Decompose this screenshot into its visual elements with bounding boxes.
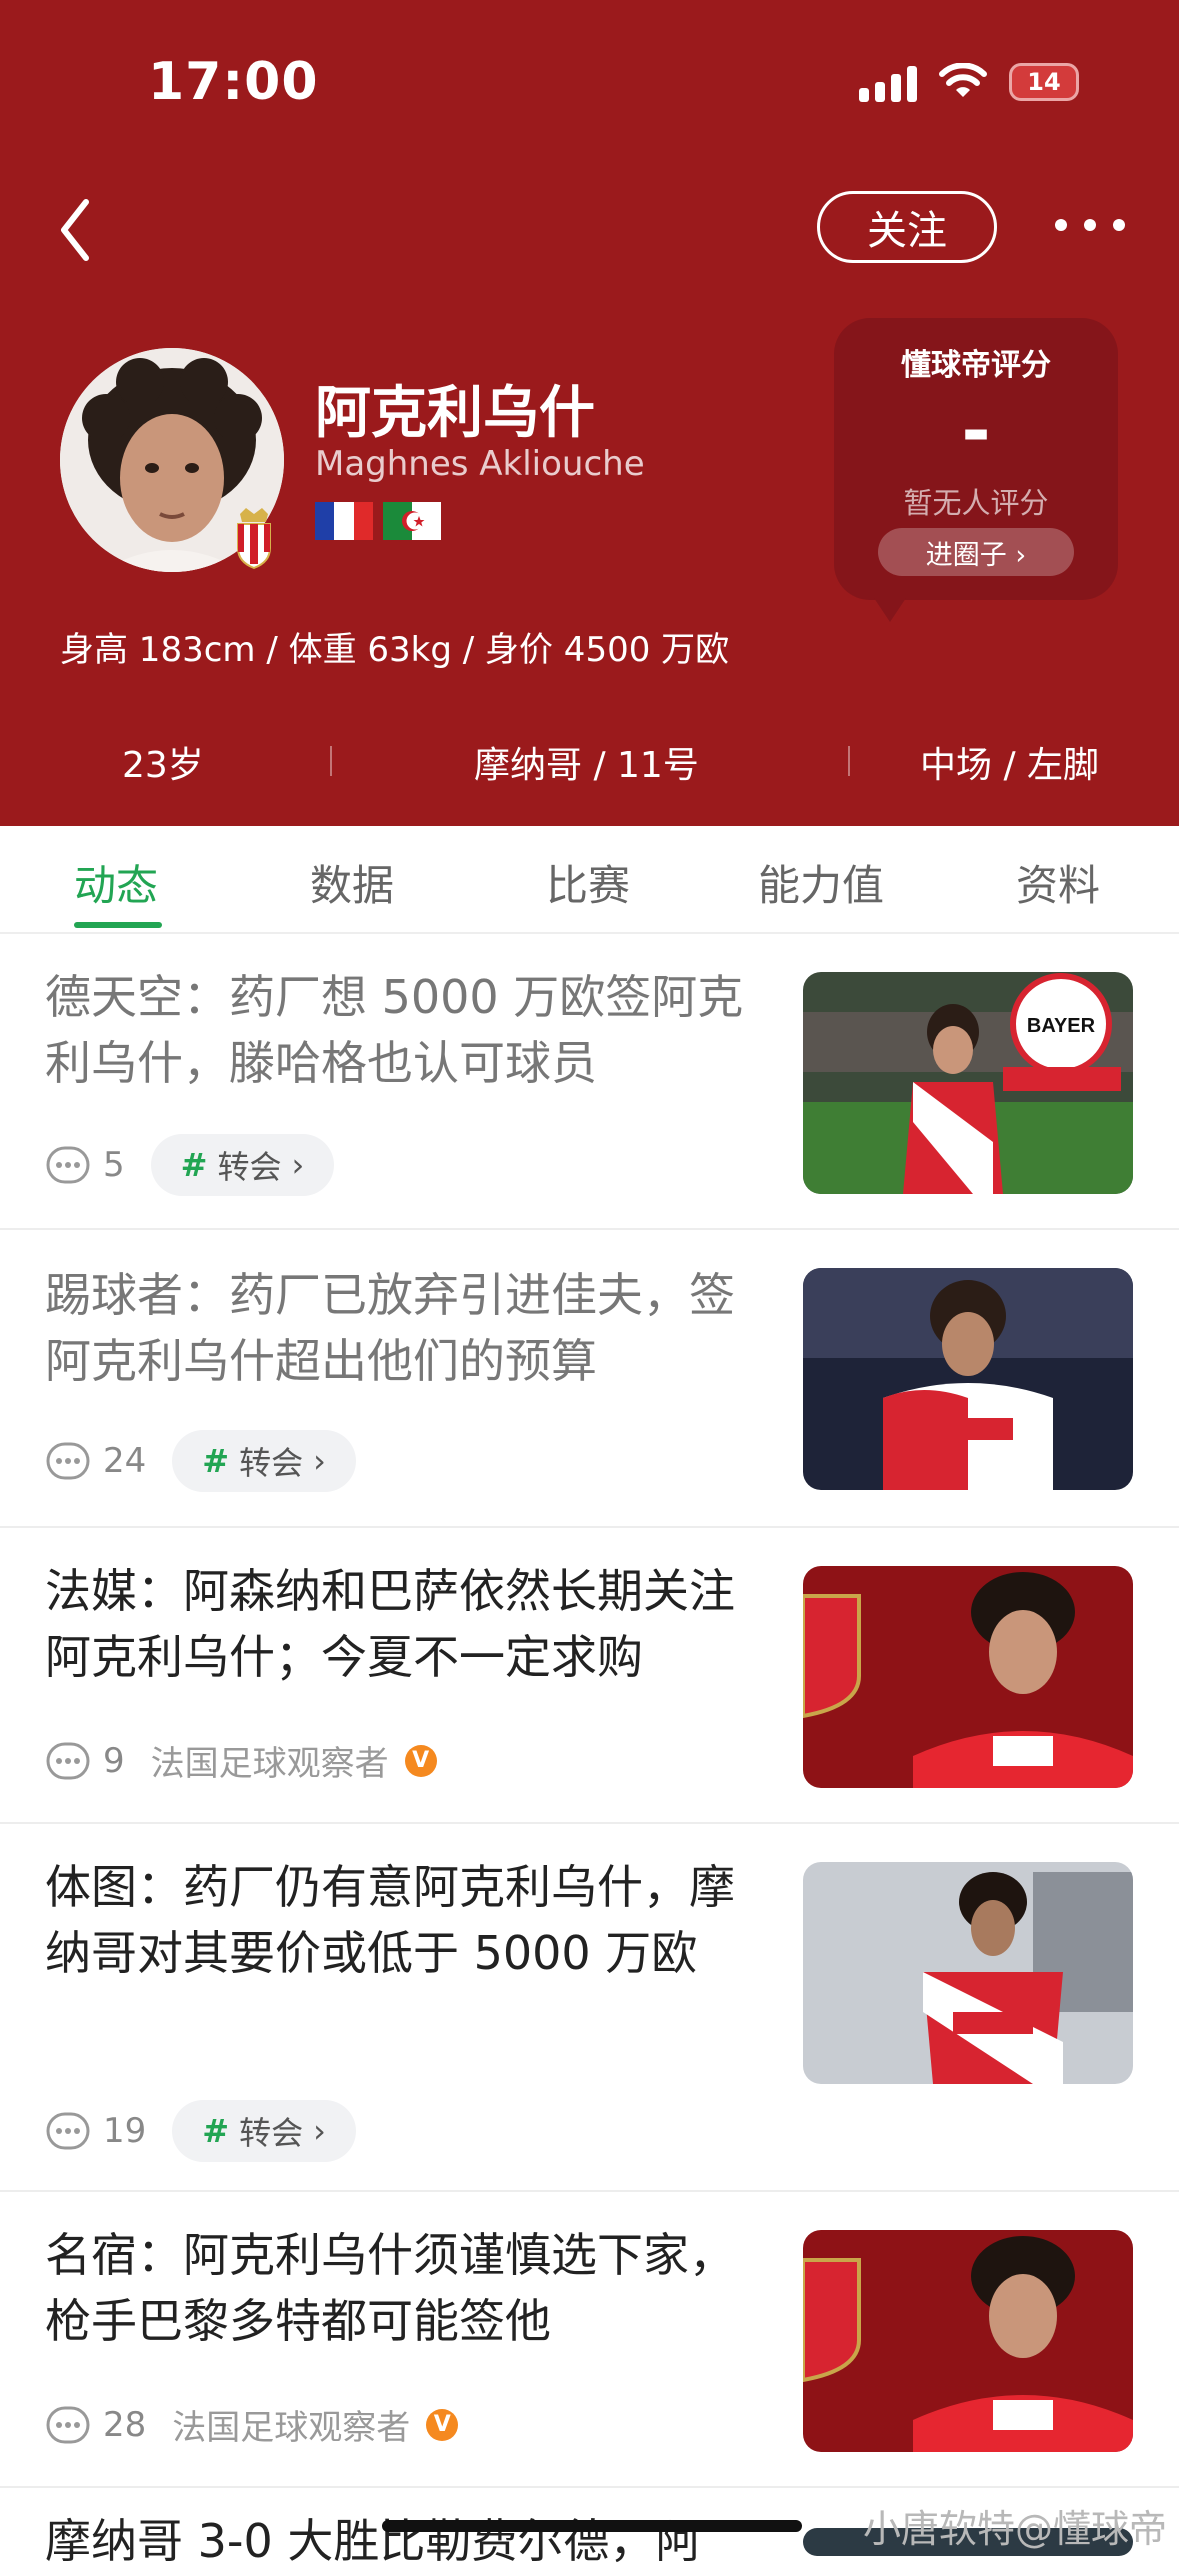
verified-badge-icon: V — [426, 2408, 459, 2441]
news-title[interactable]: 踢球者：药厂已放弃引进佳夫，签阿克利乌什超出他们的预算 — [45, 1262, 765, 1394]
battery-icon: 14 — [1009, 63, 1079, 101]
enter-circle-button[interactable]: 进圈子 › — [878, 528, 1074, 576]
tab-ability[interactable]: 能力值 — [758, 852, 884, 913]
tag-label: 转会 — [239, 2114, 304, 2152]
battery-level: 14 — [1027, 68, 1061, 96]
divider — [330, 746, 332, 776]
news-meta: 5 # 转会 › — [45, 1134, 335, 1196]
nationality-flags — [315, 502, 441, 540]
comment-icon — [46, 1146, 90, 1184]
back-arrow-icon[interactable] — [48, 190, 108, 270]
tab-data[interactable]: 数据 — [310, 852, 394, 913]
news-title[interactable]: 德天空：药厂想 5000 万欧签阿克利乌什，滕哈格也认可球员 — [45, 964, 765, 1096]
transfer-tag[interactable]: # 转会 › — [172, 2100, 356, 2162]
news-item[interactable]: 踢球者：药厂已放弃引进佳夫，签阿克利乌什超出他们的预算 24 # 转会 › — [0, 1230, 1179, 1528]
news-title[interactable]: 摩纳哥 3-0 大胜比勒费尔德，阿 — [45, 2508, 765, 2574]
news-meta: 24 # 转会 › — [45, 1430, 356, 1492]
transfer-tag[interactable]: # 转会 › — [172, 1430, 356, 1492]
wifi-icon — [939, 63, 987, 97]
author-name[interactable]: 法国足球观察者 — [172, 2400, 410, 2449]
news-meta: 28 法国足球观察者 V — [45, 2400, 459, 2449]
divider — [848, 746, 850, 776]
status-icons: 14 — [859, 62, 1079, 102]
verified-badge-icon: V — [404, 1744, 437, 1777]
comment-icon — [46, 2406, 90, 2443]
news-title[interactable]: 体图：药厂仍有意阿克利乌什，摩纳哥对其要价或低于 5000 万欧 — [45, 1854, 765, 1986]
news-item[interactable]: 法媒：阿森纳和巴萨依然长期关注阿克利乌什；今夏不一定求购 9 法国足球观察者 V — [0, 1528, 1179, 1824]
home-indicator[interactable] — [382, 2520, 802, 2532]
chevron-right-icon: › — [313, 2112, 326, 2150]
news-title[interactable]: 名宿：阿克利乌什须谨慎选下家，枪手巴黎多特都可能签他 — [45, 2222, 765, 2354]
tag-label: 转会 — [239, 1444, 304, 1482]
france-flag-icon — [315, 502, 373, 540]
player-name-en: Maghnes Akliouche — [315, 444, 645, 484]
comment-icon — [46, 2112, 90, 2150]
news-thumbnail[interactable] — [803, 1268, 1133, 1490]
status-time: 17:00 — [148, 52, 319, 112]
hash-icon: # — [180, 1146, 208, 1184]
player-name-cn: 阿克利乌什 — [315, 381, 595, 446]
tab-feed[interactable]: 动态 — [74, 852, 158, 913]
comment-count: 28 — [103, 2404, 147, 2445]
rating-note: 暂无人评分 — [903, 486, 1049, 520]
tag-label: 转会 — [217, 1148, 282, 1186]
comment-count: 9 — [103, 1740, 125, 1781]
tab-matches[interactable]: 比赛 — [546, 852, 630, 913]
news-title[interactable]: 法媒：阿森纳和巴萨依然长期关注阿克利乌什；今夏不一定求购 — [45, 1558, 765, 1690]
comment-icon — [46, 1442, 90, 1480]
chevron-right-icon: › — [313, 1442, 326, 1480]
player-club-number: 摩纳哥 / 11号 — [474, 745, 699, 786]
news-item[interactable]: 德天空：药厂想 5000 万欧签阿克利乌什，滕哈格也认可球员 5 # 转会 › BA… — [0, 934, 1179, 1230]
news-thumbnail[interactable] — [803, 1862, 1133, 2084]
player-physical-stats: 身高 183cm / 体重 63kg / 身价 4500 万欧 — [60, 630, 730, 670]
active-tab-indicator — [74, 922, 162, 928]
player-age: 23岁 — [122, 745, 204, 786]
svg-text:BAYER: BAYER — [1027, 1015, 1096, 1037]
news-item[interactable]: 体图：药厂仍有意阿克利乌什，摩纳哥对其要价或低于 5000 万欧 19 # 转会 › — [0, 1824, 1179, 2192]
rating-card: 懂球帝评分 - 暂无人评分 进圈子 › — [834, 318, 1118, 622]
player-header: 17:00 14 关注 阿克利乌什 Maghnes Akliouche 身高 1… — [0, 0, 1179, 826]
player-position: 中场 / 左脚 — [920, 745, 1100, 786]
player-info-row: 23岁 摩纳哥 / 11号 中场 / 左脚 — [0, 726, 1179, 802]
transfer-tag[interactable]: # 转会 › — [150, 1134, 335, 1196]
news-thumbnail[interactable] — [803, 1566, 1133, 1788]
news-meta: 9 法国足球观察者 V — [45, 1736, 437, 1785]
cellular-signal-icon — [859, 62, 917, 102]
chevron-right-icon: › — [291, 1146, 305, 1184]
rating-value: - — [961, 390, 991, 472]
hash-icon: # — [202, 1442, 230, 1480]
tab-bar: 动态 数据 比赛 能力值 资料 — [0, 826, 1179, 934]
watermark: 小唐软特@懂球帝 — [862, 2507, 1167, 2551]
follow-button[interactable]: 关注 — [817, 191, 997, 263]
comment-count: 5 — [103, 1145, 125, 1185]
monaco-club-badge-icon — [237, 508, 271, 570]
news-item[interactable]: 名宿：阿克利乌什须谨慎选下家，枪手巴黎多特都可能签他 28 法国足球观察者 V — [0, 2192, 1179, 2488]
more-options-icon[interactable] — [1055, 195, 1125, 255]
news-thumbnail[interactable] — [803, 2230, 1133, 2452]
tab-profile[interactable]: 资料 — [1016, 852, 1100, 913]
comment-icon — [46, 1742, 90, 1779]
hash-icon: # — [202, 2112, 230, 2150]
rating-title: 懂球帝评分 — [901, 348, 1051, 383]
author-name[interactable]: 法国足球观察者 — [151, 1736, 389, 1785]
news-thumbnail[interactable]: BAYER — [803, 972, 1133, 1194]
news-meta: 19 # 转会 › — [45, 2100, 356, 2162]
comment-count: 24 — [103, 1441, 147, 1481]
algeria-flag-icon — [383, 502, 441, 540]
comment-count: 19 — [103, 2111, 147, 2151]
